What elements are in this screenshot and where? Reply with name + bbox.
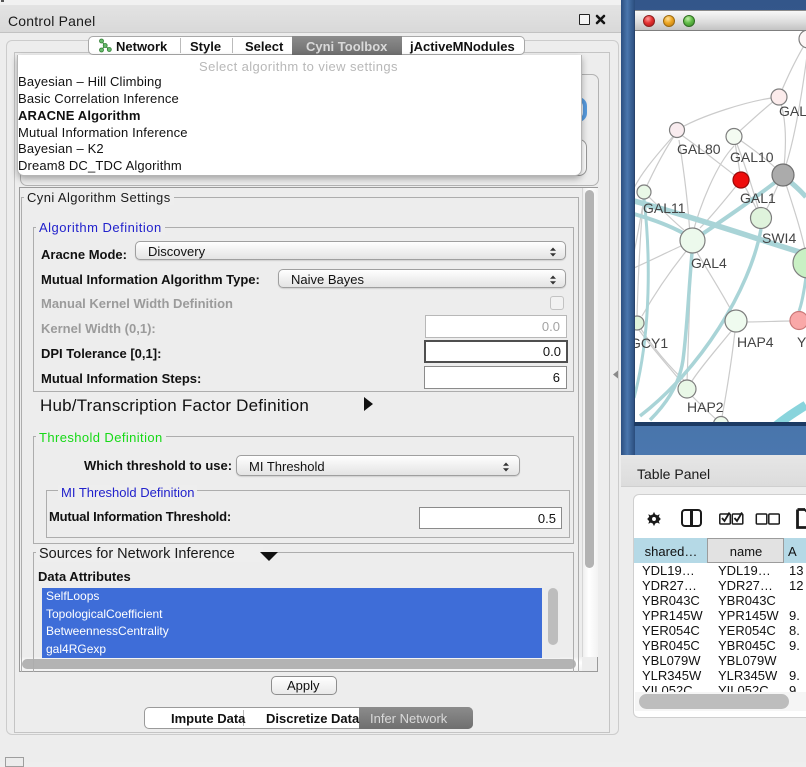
svg-text:GCY1: GCY1 [635,335,668,351]
svg-text:GAL1: GAL1 [740,190,776,206]
svg-text:HAP4: HAP4 [737,334,774,350]
svg-text:HAP2: HAP2 [687,399,724,415]
svg-text:GAL2: GAL2 [779,103,806,119]
svg-text:GAL10: GAL10 [730,149,774,165]
svg-text:Y: Y [797,334,806,350]
svg-text:GAL4: GAL4 [691,255,727,271]
svg-text:SWI4: SWI4 [762,230,796,246]
svg-text:GAL11: GAL11 [643,200,686,216]
svg-text:GAL80: GAL80 [677,141,721,157]
